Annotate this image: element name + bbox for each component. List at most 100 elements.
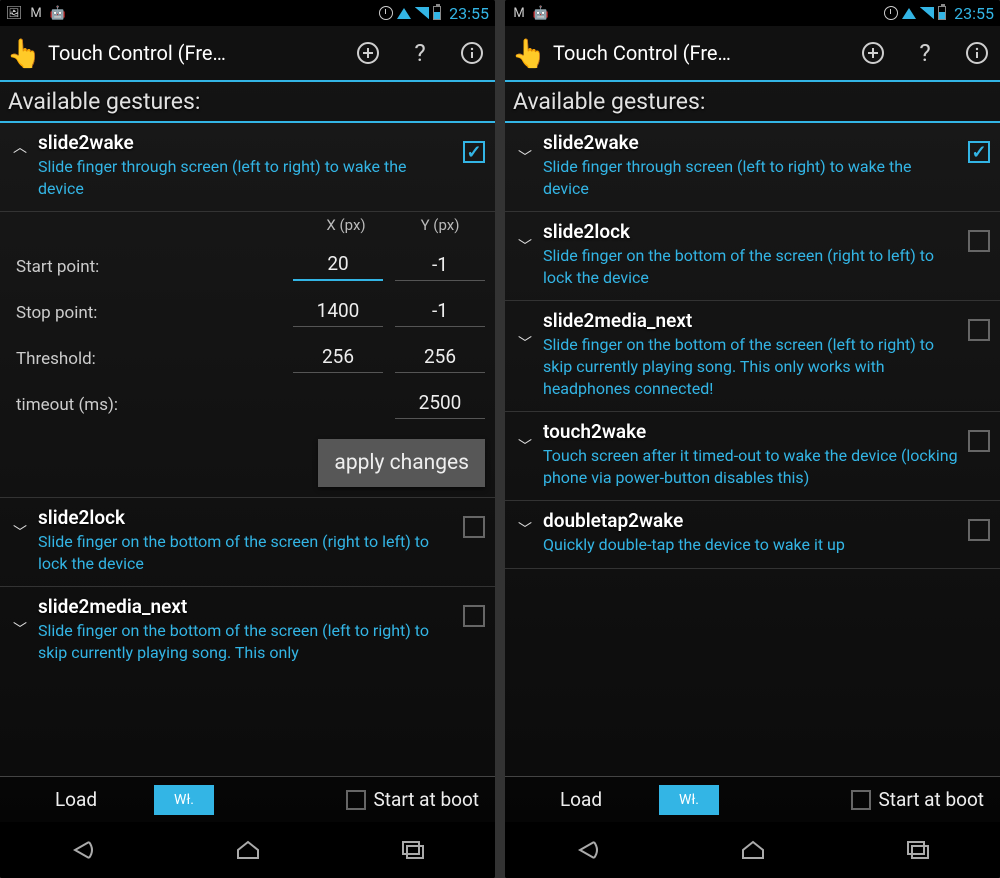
phone-left: 🖼 M 🤖 23:55 👆 Touch Control (Fre… ? Avai… [0,0,495,878]
wifi-icon [397,8,411,19]
start-at-boot[interactable]: Start at boot [346,788,479,811]
home-icon[interactable] [228,834,268,866]
gesture-title: slide2media_next [543,309,960,332]
help-button[interactable]: ? [405,38,435,68]
gesture-desc: Slide finger through screen (left to rig… [38,156,455,199]
gesture-list: ︿ slide2wake Slide finger through screen… [0,123,495,776]
home-icon[interactable] [733,834,773,866]
input-start-y[interactable]: -1 [395,253,485,281]
action-bar: 👆 Touch Control (Fre… ? [0,26,495,82]
label-stop: Stop point: [16,303,281,323]
input-start-x[interactable]: 20 [293,252,383,281]
gesture-doubletap2wake[interactable]: ﹀ doubletap2wake Quickly double-tap the … [505,501,1000,569]
picture-icon: 🖼 [6,5,22,21]
service-toggle[interactable]: Wł. [154,785,214,815]
input-timeout[interactable]: 2500 [395,391,485,419]
app-title: Touch Control (Fre… [553,41,731,65]
battery-icon [938,6,946,20]
mail-icon: M [28,5,44,21]
checkbox-slide2media[interactable] [463,605,485,627]
chevron-down-icon: ﹀ [513,236,537,256]
label-start: Start point: [16,257,281,277]
gesture-list: ﹀ slide2wake Slide finger through screen… [505,123,1000,776]
gesture-slide2wake[interactable]: ﹀ slide2wake Slide finger through screen… [505,123,1000,212]
nav-bar [0,822,495,878]
status-clock: 23:55 [954,4,994,23]
input-threshold-y[interactable]: 256 [395,345,485,373]
status-bar: M 🤖 23:55 [505,0,1000,26]
gesture-slide2media-next[interactable]: ﹀ slide2media_next Slide finger on the b… [505,301,1000,412]
gesture-title: slide2lock [38,506,455,529]
gesture-title: slide2wake [38,131,455,154]
checkbox-slide2media[interactable] [968,319,990,341]
android-icon: 🤖 [50,5,66,21]
phone-right: M 🤖 23:55 👆 Touch Control (Fre… ? Availa… [505,0,1000,878]
gesture-desc: Slide finger on the bottom of the screen… [38,531,455,574]
gesture-desc: Slide finger on the bottom of the screen… [38,620,455,663]
gesture-touch2wake[interactable]: ﹀ touch2wake Touch screen after it timed… [505,412,1000,501]
chevron-down-icon: ﹀ [513,519,537,539]
gesture-title: doubletap2wake [543,509,960,532]
info-button[interactable] [962,38,992,68]
chevron-down-icon: ﹀ [8,522,32,542]
checkbox-start-at-boot[interactable] [346,790,366,810]
params-panel: X (px) Y (px) Start point: 20 -1 Stop po… [0,212,495,498]
label-timeout: timeout (ms): [16,395,383,415]
nav-bar [505,822,1000,878]
gesture-slide2lock[interactable]: ﹀ slide2lock Slide finger on the bottom … [0,498,495,587]
chevron-down-icon: ﹀ [513,333,537,353]
bottom-bar: Load Wł. Start at boot [0,776,495,822]
gesture-desc: Touch screen after it timed-out to wake … [543,445,960,488]
header-x: X (px) [297,216,395,234]
signal-icon [415,7,429,19]
input-stop-x[interactable]: 1400 [293,299,383,327]
add-button[interactable] [353,38,383,68]
checkbox-start-at-boot[interactable] [851,790,871,810]
recent-icon[interactable] [393,834,433,866]
input-threshold-x[interactable]: 256 [293,345,383,373]
status-bar: 🖼 M 🤖 23:55 [0,0,495,26]
info-button[interactable] [457,38,487,68]
checkbox-slide2wake[interactable] [968,141,990,163]
checkbox-slide2lock[interactable] [463,516,485,538]
back-icon[interactable] [63,834,103,866]
chevron-down-icon: ﹀ [8,619,32,639]
help-button[interactable]: ? [910,38,940,68]
app-icon: 👆 [8,33,40,73]
start-at-boot[interactable]: Start at boot [851,788,984,811]
gesture-desc: Quickly double-tap the device to wake it… [543,534,960,556]
checkbox-touch2wake[interactable] [968,430,990,452]
input-stop-y[interactable]: -1 [395,299,485,327]
load-button[interactable]: Load [16,788,136,811]
apply-button[interactable]: apply changes [318,439,485,487]
header-y: Y (px) [395,216,485,234]
add-button[interactable] [858,38,888,68]
gesture-desc: Slide finger on the bottom of the screen… [543,334,960,399]
start-at-boot-label: Start at boot [879,788,984,811]
checkbox-slide2wake[interactable] [463,141,485,163]
back-icon[interactable] [568,834,608,866]
label-threshold: Threshold: [16,349,281,369]
gesture-slide2lock[interactable]: ﹀ slide2lock Slide finger on the bottom … [505,212,1000,301]
app-title: Touch Control (Fre… [48,41,226,65]
load-button[interactable]: Load [521,788,641,811]
mail-icon: M [511,5,527,21]
action-bar: 👆 Touch Control (Fre… ? [505,26,1000,82]
gesture-title: slide2wake [543,131,960,154]
checkbox-slide2lock[interactable] [968,230,990,252]
chevron-down-icon: ﹀ [513,147,537,167]
service-toggle[interactable]: Wł. [659,785,719,815]
recent-icon[interactable] [898,834,938,866]
gesture-slide2media-next[interactable]: ﹀ slide2media_next Slide finger on the b… [0,587,495,675]
app-icon: 👆 [513,33,545,73]
alarm-icon [379,6,393,20]
chevron-down-icon: ﹀ [513,436,537,456]
android-icon: 🤖 [533,5,549,21]
status-clock: 23:55 [449,4,489,23]
checkbox-doubletap2wake[interactable] [968,519,990,541]
gesture-slide2wake[interactable]: ︿ slide2wake Slide finger through screen… [0,123,495,212]
section-header: Available gestures: [0,82,495,123]
signal-icon [920,7,934,19]
wifi-icon [902,8,916,19]
section-header: Available gestures: [505,82,1000,123]
